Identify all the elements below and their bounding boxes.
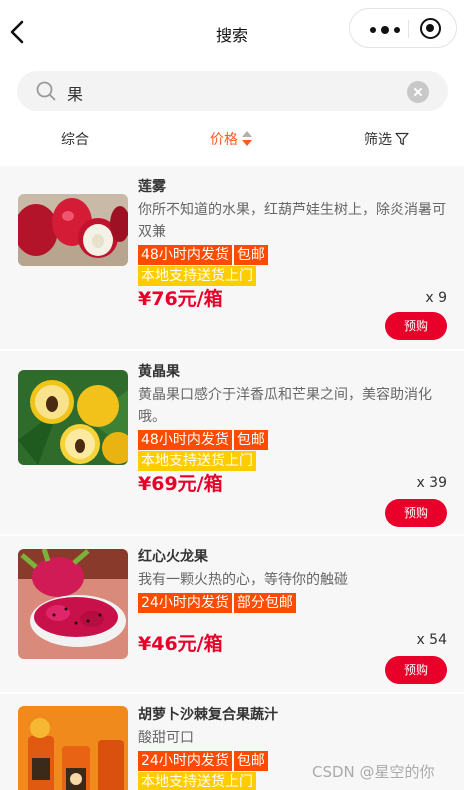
- preorder-button[interactable]: 预购: [385, 312, 447, 340]
- product-tags: 48小时内发货 包邮 本地支持送货上门: [138, 430, 450, 472]
- product-card[interactable]: 黄晶果 黄晶果口感介于洋香瓜和芒果之间，美容助消化哦。 48小时内发货 包邮 本地…: [0, 351, 464, 536]
- preorder-button[interactable]: 预购: [385, 499, 447, 527]
- filter-button[interactable]: 筛选: [364, 129, 409, 149]
- sort-price[interactable]: 价格: [210, 129, 252, 149]
- target-icon[interactable]: [420, 18, 441, 39]
- product-qty: x 39: [416, 475, 447, 491]
- search-icon: [36, 81, 56, 101]
- tag-shipping: 24小时内发货: [138, 593, 232, 613]
- product-image: [18, 549, 128, 659]
- product-desc: 黄晶果口感介于洋香瓜和芒果之间，美容助消化哦。: [138, 387, 432, 425]
- product-card[interactable]: 莲雾 你所不知道的水果，红葫芦娃生树上，除炎消暑可双兼 48小时内发货 包邮 本地…: [0, 166, 464, 351]
- product-image: [18, 194, 128, 266]
- tag-free-shipping: 部分包邮: [233, 593, 296, 613]
- product-info: 莲雾 你所不知道的水果，红葫芦娃生树上，除炎消暑可双兼 48小时内发货 包邮 本地…: [138, 177, 450, 311]
- product-qty: x 54: [416, 632, 447, 648]
- product-desc: 你所不知道的水果，红葫芦娃生树上，除炎消暑可双兼: [138, 202, 446, 240]
- product-card[interactable]: 红心火龙果 我有一颗火热的心，等待你的触碰 24小时内发货 部分包邮 ¥46元/箱…: [0, 536, 464, 694]
- tag-local-delivery: 本地支持送货上门: [138, 772, 256, 790]
- product-name: 胡萝卜沙棘复合果蔬汁: [138, 707, 278, 723]
- tag-local-delivery: 本地支持送货上门: [138, 451, 256, 471]
- product-image: [18, 370, 128, 465]
- capsule-divider: [408, 20, 409, 38]
- sort-comprehensive[interactable]: 综合: [61, 129, 89, 149]
- clear-icon[interactable]: [407, 81, 429, 103]
- product-name: 红心火龙果: [138, 549, 208, 565]
- product-qty: x 9: [425, 290, 447, 306]
- preorder-button[interactable]: 预购: [385, 656, 447, 684]
- filter-label: 筛选: [364, 132, 392, 148]
- filter-icon: [395, 132, 409, 146]
- sort-arrows-icon: [242, 131, 252, 147]
- product-price: ¥46元/箱: [138, 633, 223, 655]
- product-price: ¥76元/箱: [138, 288, 223, 310]
- watermark: CSDN @星空的你: [312, 763, 435, 781]
- tag-shipping: 48小时内发货: [138, 430, 232, 450]
- tag-shipping: 48小时内发货: [138, 245, 232, 265]
- tag-shipping: 24小时内发货: [138, 751, 232, 771]
- sort-bar: 综合 价格 筛选: [0, 116, 464, 166]
- sort-comprehensive-label: 综合: [61, 132, 89, 148]
- tag-free-shipping: 包邮: [233, 751, 268, 771]
- more-dots-icon[interactable]: [370, 26, 400, 34]
- tag-free-shipping: 包邮: [233, 245, 268, 265]
- sort-price-label: 价格: [210, 132, 238, 148]
- nav-bar: 搜索: [0, 0, 464, 64]
- product-list: 莲雾 你所不知道的水果，红葫芦娃生树上，除炎消暑可双兼 48小时内发货 包邮 本地…: [0, 166, 464, 790]
- search-box[interactable]: 果: [17, 71, 448, 111]
- search-bar-area: 果: [0, 64, 464, 116]
- tag-free-shipping: 包邮: [233, 430, 268, 450]
- tag-local-delivery: 本地支持送货上门: [138, 266, 256, 286]
- product-info: 红心火龙果 我有一颗火热的心，等待你的触碰 24小时内发货 部分包邮 ¥46元/箱: [138, 547, 450, 656]
- search-input[interactable]: 果: [67, 81, 83, 105]
- mini-program-capsule: [349, 8, 457, 48]
- product-tags: 48小时内发货 包邮 本地支持送货上门: [138, 245, 450, 287]
- product-price: ¥69元/箱: [138, 473, 223, 495]
- product-desc: 酸甜可口: [138, 730, 194, 746]
- product-name: 黄晶果: [138, 364, 180, 380]
- product-image: [18, 706, 128, 790]
- product-name: 莲雾: [138, 179, 166, 195]
- product-tags: 24小时内发货 部分包邮: [138, 593, 450, 614]
- search-page: 搜索 果 综合 价格 筛选 莲雾 你所不知道的水果，红葫芦娃生树上，除炎消暑可双…: [0, 0, 464, 790]
- product-desc: 我有一颗火热的心，等待你的触碰: [138, 572, 348, 588]
- product-info: 黄晶果 黄晶果口感介于洋香瓜和芒果之间，美容助消化哦。 48小时内发货 包邮 本地…: [138, 362, 450, 496]
